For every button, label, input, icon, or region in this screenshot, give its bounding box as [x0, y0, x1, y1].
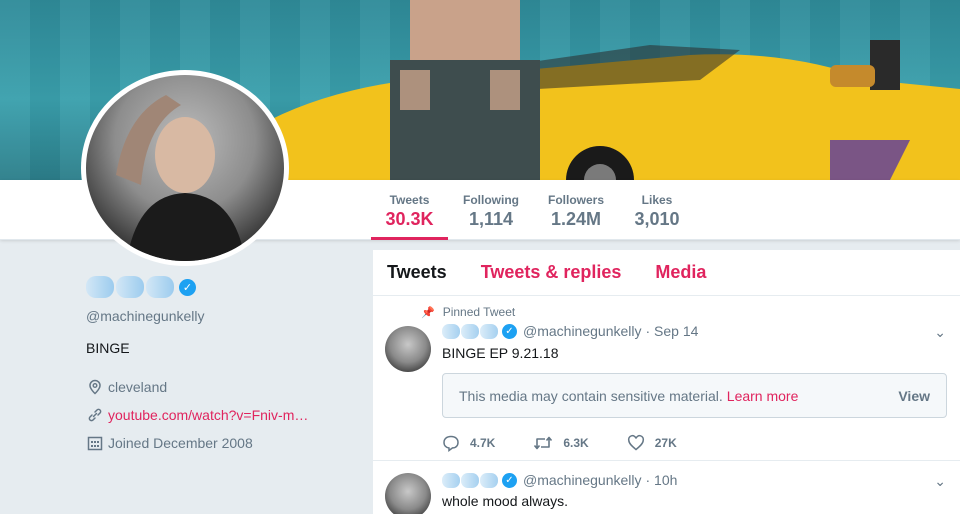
reply-count: 4.7K: [470, 436, 496, 450]
tweet-handle[interactable]: @machinegunkelly: [523, 472, 642, 488]
timeline-tabs: Tweets Tweets & replies Media: [373, 250, 960, 296]
tweet-header: ✓ @machinegunkelly · Sep 14: [442, 323, 698, 339]
banner-person-image: [390, 0, 540, 180]
tweet[interactable]: ✓ @machinegunkelly · 10h ⌄ whole mood al…: [373, 461, 960, 514]
tab-tweets[interactable]: Tweets: [387, 262, 447, 283]
tweet-text: whole mood always.: [442, 493, 569, 509]
sensitive-text: This media may contain sensitive materia…: [459, 387, 723, 404]
name-emoji: [461, 323, 479, 339]
stat-label: Following: [463, 193, 519, 207]
joined-text: Joined December 2008: [108, 435, 253, 451]
profile-handle[interactable]: @machinegunkelly: [86, 308, 356, 324]
name-emoji: [442, 472, 460, 488]
name-emoji: [480, 323, 498, 339]
tweet-actions: 4.7K 6.3K 27K: [442, 434, 715, 452]
like-button[interactable]: 27K: [627, 434, 677, 452]
verified-badge-icon: ✓: [179, 278, 196, 296]
pinned-label: 📌 Pinned Tweet: [421, 305, 515, 319]
name-emoji: [116, 276, 144, 298]
location-pin-icon: [86, 378, 104, 396]
chevron-down-icon[interactable]: ⌄: [934, 473, 946, 490]
name-emoji: [86, 276, 114, 298]
retweet-button[interactable]: 6.3K: [533, 434, 589, 452]
name-emoji: [480, 472, 498, 488]
calendar-icon: [86, 434, 104, 452]
stat-value: 30.3K: [385, 209, 434, 229]
name-emoji: [146, 276, 174, 298]
profile-card: ✓ @machinegunkelly BINGE cleveland youtu…: [86, 272, 356, 457]
stat-value: 1.24M: [550, 209, 602, 229]
profile-website: youtube.com/watch?v=Fniv-m…: [86, 401, 356, 429]
stat-label: Tweets: [389, 193, 430, 207]
verified-badge-icon: ✓: [502, 323, 517, 339]
profile-joined: Joined December 2008: [86, 429, 356, 457]
stat-followers[interactable]: Followers 1.24M: [540, 180, 612, 240]
profile-bio: BINGE: [86, 340, 130, 356]
tweet-avatar[interactable]: [385, 326, 431, 372]
view-button[interactable]: View: [898, 388, 930, 404]
tweet-pinned[interactable]: 📌 Pinned Tweet ✓ @machinegunkelly · Sep …: [373, 296, 960, 461]
tab-media[interactable]: Media: [655, 262, 706, 283]
retweet-count: 6.3K: [563, 436, 589, 450]
tab-tweets-replies[interactable]: Tweets & replies: [481, 262, 622, 283]
stat-likes[interactable]: Likes 3,010: [626, 180, 688, 240]
stat-value: 3,010: [634, 209, 680, 229]
link-icon: [86, 406, 104, 424]
profile-name: ✓: [86, 272, 356, 302]
profile-location: cleveland: [86, 373, 356, 401]
sensitive-media-notice: This media may contain sensitive materia…: [442, 373, 947, 418]
tweet-handle[interactable]: @machinegunkelly: [523, 323, 642, 339]
stat-following[interactable]: Following 1,114: [456, 180, 526, 240]
tweet-avatar[interactable]: [385, 473, 431, 514]
retweet-icon: [534, 436, 553, 450]
stat-tweets[interactable]: Tweets 30.3K: [371, 180, 448, 240]
pinned-text: Pinned Tweet: [442, 305, 516, 319]
like-count: 27K: [654, 436, 677, 450]
timeline: Tweets Tweets & replies Media 📌 Pinned T…: [373, 250, 960, 514]
tweet-header: ✓ @machinegunkelly · 10h: [442, 472, 677, 488]
banner-car-image: [270, 40, 960, 180]
reply-button[interactable]: 4.7K: [442, 434, 495, 452]
verified-badge-icon: ✓: [502, 472, 517, 488]
heart-icon: [627, 434, 644, 451]
name-emoji: [442, 323, 460, 339]
avatar-image: [86, 75, 284, 261]
website-link[interactable]: youtube.com/watch?v=Fniv-m…: [108, 407, 308, 423]
stat-value: 1,114: [468, 209, 514, 229]
stat-label: Likes: [641, 193, 673, 207]
chevron-down-icon[interactable]: ⌄: [934, 324, 946, 341]
profile-meta: cleveland youtube.com/watch?v=Fniv-m… Jo…: [86, 373, 356, 457]
reply-icon: [443, 435, 459, 452]
stat-label: Followers: [547, 193, 604, 207]
tweet-time[interactable]: · Sep 14: [646, 323, 699, 339]
tweet-text: BINGE EP 9.21.18: [442, 345, 559, 361]
learn-more-link[interactable]: Learn more: [727, 388, 799, 404]
location-text: cleveland: [108, 379, 168, 395]
name-emoji: [461, 472, 479, 488]
pin-icon: 📌: [421, 306, 435, 319]
profile-avatar[interactable]: [81, 70, 289, 266]
tweet-time[interactable]: · 10h: [646, 472, 678, 488]
